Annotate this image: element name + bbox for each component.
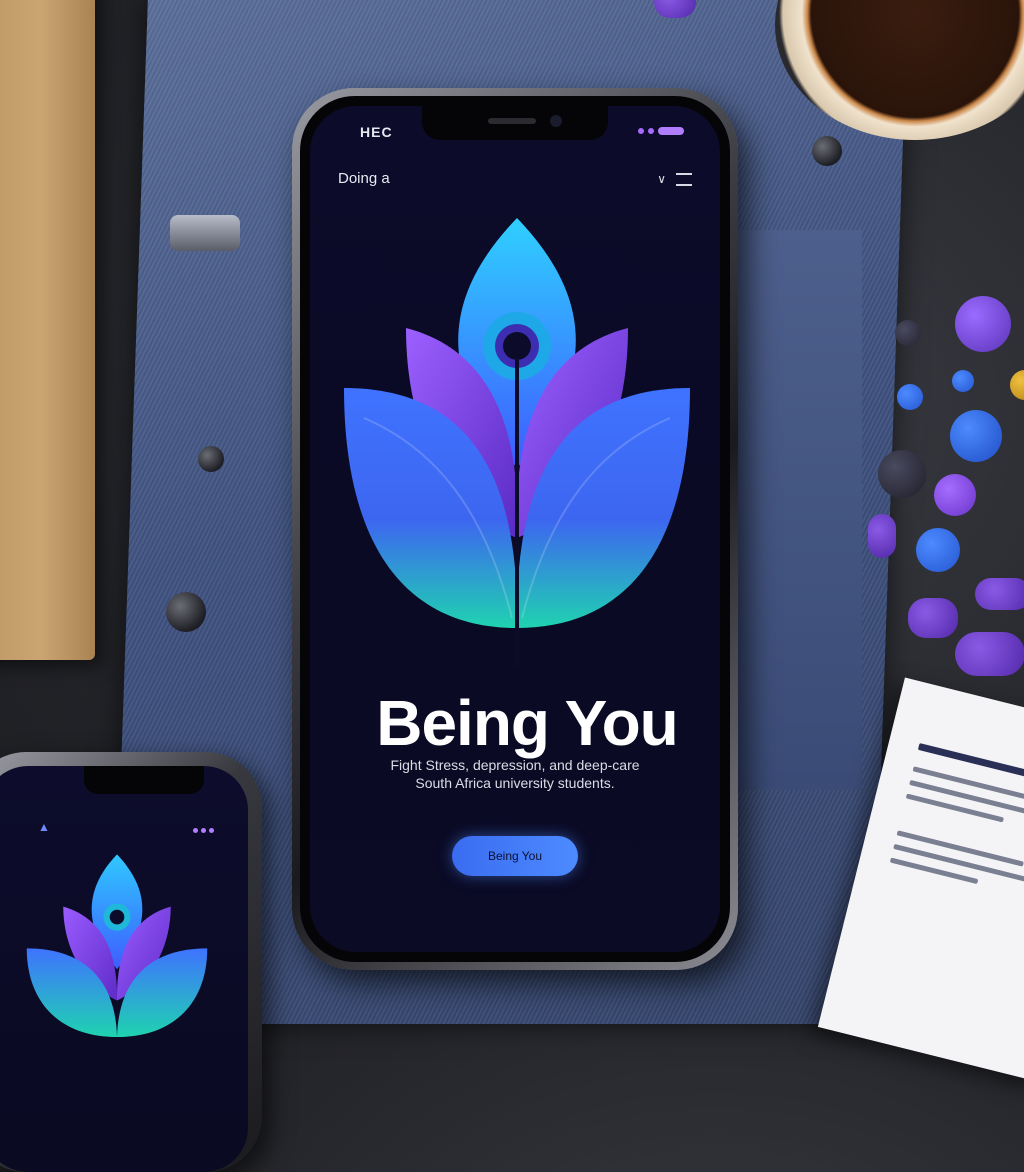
phone-notch	[84, 766, 204, 794]
main-phone: HEC Doing a ∨ Being You Fight Stress, de…	[292, 88, 738, 970]
speaker-grille	[488, 118, 536, 124]
being-you-button[interactable]: Being You	[452, 836, 578, 876]
decor-pill	[895, 320, 921, 346]
hero-subtitle: Fight Stress, depression, and deep-care …	[350, 756, 680, 792]
decor-pill	[1010, 370, 1024, 400]
signal-dot	[648, 128, 654, 134]
front-camera	[550, 115, 562, 127]
carrier-label: HEC	[360, 124, 393, 140]
battery-icon	[658, 127, 684, 135]
denim-buckle	[170, 215, 240, 251]
chevron-down-icon[interactable]: ∨	[657, 172, 666, 186]
decor-pill	[916, 528, 960, 572]
decor-pill	[955, 296, 1011, 352]
denim-rivet	[166, 592, 206, 632]
hero-title: Being You	[376, 687, 679, 759]
decor-pill	[975, 578, 1024, 610]
hero-subtitle-line: Fight Stress, depression, and deep-care	[390, 757, 640, 773]
signal-dot	[638, 128, 644, 134]
decor-pill	[868, 514, 896, 558]
notebook	[0, 0, 95, 660]
decor-pill	[878, 450, 926, 498]
secondary-phone: ▲	[0, 752, 262, 1172]
hero-subtitle-line: South Africa university students.	[415, 775, 615, 791]
decor-pill	[950, 410, 1002, 462]
decor-pill	[897, 384, 923, 410]
secondary-phone-screen: ▲	[0, 766, 248, 1172]
paper-line	[905, 793, 1005, 823]
decor-pill	[934, 474, 976, 516]
leaf-logo-icon	[26, 854, 208, 1038]
status-indicator	[638, 127, 684, 135]
person-icon: ▲	[38, 820, 50, 834]
menu-icon[interactable]	[676, 172, 692, 186]
phone-notch	[422, 106, 608, 140]
app-screen: HEC Doing a ∨ Being You Fight Stress, de…	[310, 106, 720, 952]
leaf-logo-icon	[344, 218, 690, 666]
decor-pill	[952, 370, 974, 392]
app-label: Doing a	[338, 170, 390, 187]
decor-pill	[908, 598, 958, 638]
denim-rivet	[812, 136, 842, 166]
denim-rivet	[198, 446, 224, 472]
status-indicator	[193, 828, 214, 833]
decor-pill	[955, 632, 1024, 676]
header-menu[interactable]: ∨	[657, 172, 692, 186]
